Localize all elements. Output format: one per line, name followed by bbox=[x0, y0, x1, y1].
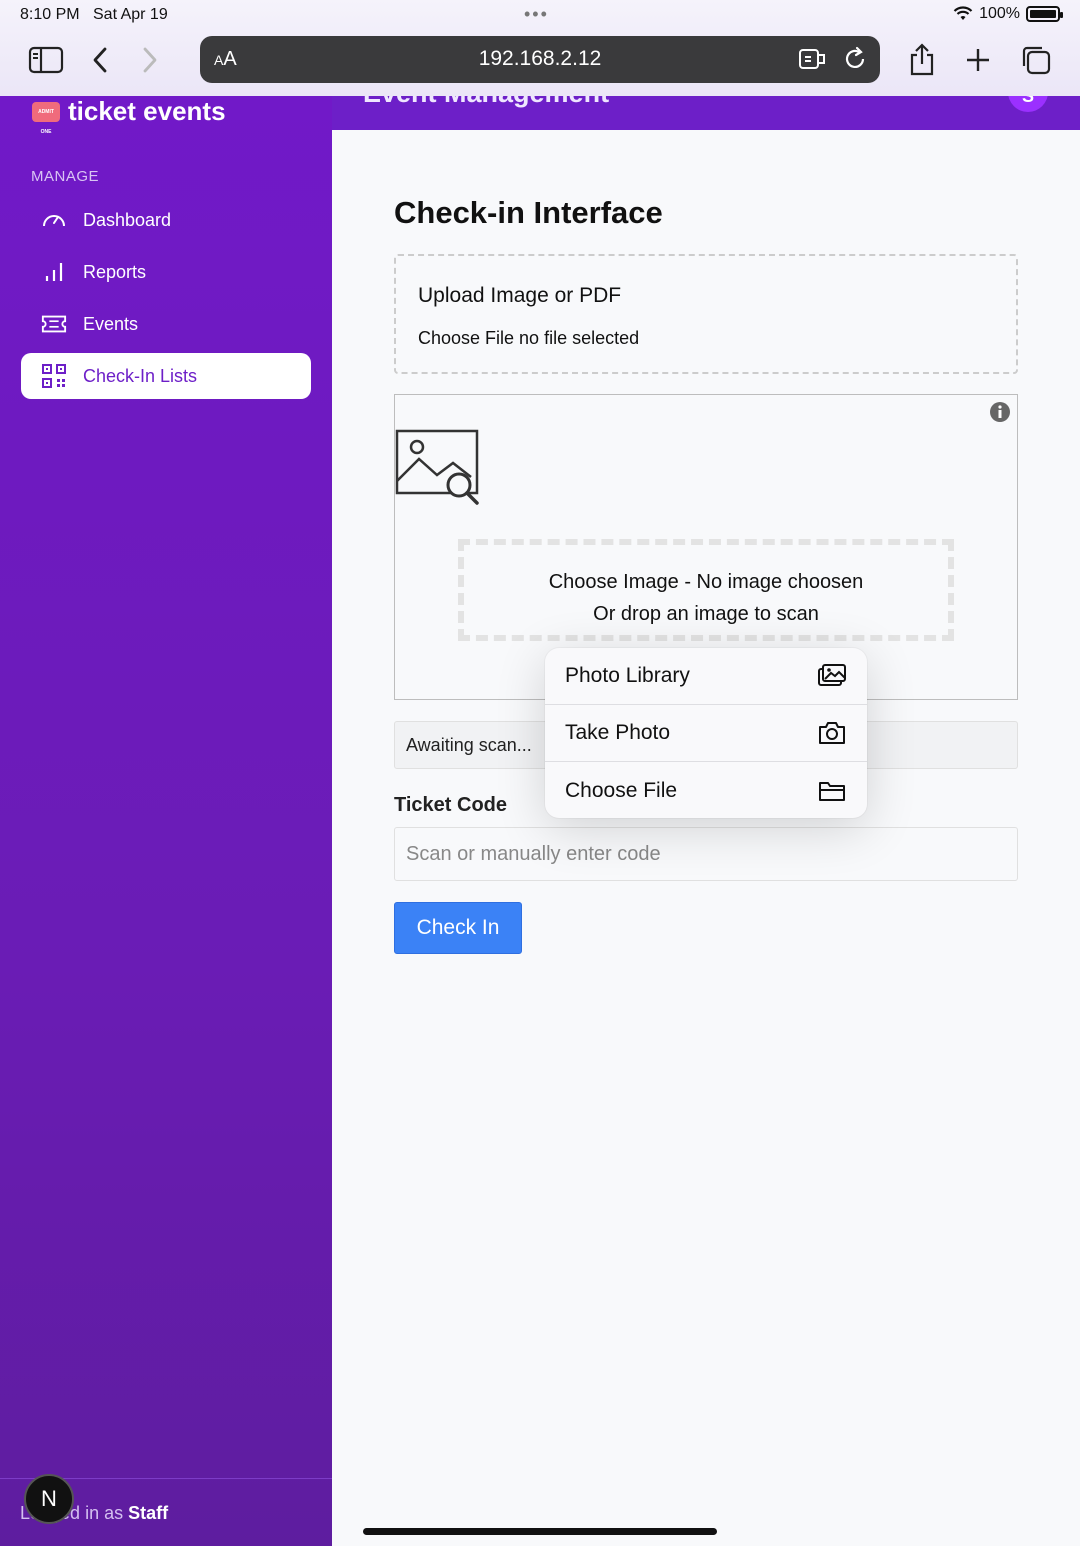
sidebar-item-label: Dashboard bbox=[83, 209, 172, 230]
browser-chrome: 8:10 PM Sat Apr 19 ••• 100% AA 192.168.2… bbox=[0, 0, 1080, 96]
choose-image-link[interactable]: Choose Image - No image choosen bbox=[464, 571, 948, 594]
wifi-icon bbox=[953, 6, 973, 20]
scan-status-text: Awaiting scan... bbox=[406, 735, 532, 755]
menu-item-choose-file[interactable]: Choose File bbox=[545, 762, 867, 818]
folder-icon bbox=[819, 781, 845, 801]
menu-item-label: Take Photo bbox=[565, 721, 671, 744]
ticket-logo-icon: ADMIT ONE bbox=[32, 101, 60, 135]
camera-icon bbox=[819, 722, 845, 744]
file-input[interactable]: Choose File no file selected bbox=[418, 328, 639, 349]
forward-icon[interactable] bbox=[130, 40, 170, 80]
main-content: Check-in Interface Upload Image or PDF C… bbox=[332, 130, 1080, 1546]
sidebar-item-check-in-lists[interactable]: Check-In Lists bbox=[21, 353, 311, 399]
sidebar: ADMIT ONE ticket events MANAGE Dashboard… bbox=[0, 96, 332, 1546]
ticket-code-label: Ticket Code bbox=[394, 794, 507, 816]
sidebar-item-dashboard[interactable]: Dashboard bbox=[21, 197, 311, 243]
status-date: Sat Apr 19 bbox=[93, 6, 168, 23]
new-tab-icon[interactable] bbox=[958, 40, 998, 80]
status-right: 100% bbox=[953, 5, 1063, 23]
tabs-overview-icon[interactable] bbox=[1016, 40, 1056, 80]
reload-icon[interactable] bbox=[842, 46, 868, 72]
multitasking-dots-icon[interactable]: ••• bbox=[524, 4, 549, 25]
page-title: Check-in Interface bbox=[394, 195, 663, 230]
qr-code-icon bbox=[41, 363, 67, 389]
ticket-icon bbox=[41, 311, 67, 337]
address-bar[interactable]: AA 192.168.2.12 bbox=[200, 36, 880, 83]
menu-item-photo-library[interactable]: Photo Library bbox=[545, 648, 867, 705]
gauge-icon bbox=[41, 207, 67, 233]
image-drop-zone[interactable]: Choose Image - No image choosen Or drop … bbox=[458, 539, 954, 641]
photo-library-icon bbox=[818, 664, 846, 686]
drop-instructions: Or drop an image to scan bbox=[593, 603, 819, 625]
sidebar-item-label: Reports bbox=[83, 261, 147, 282]
nav-section-label: MANAGE bbox=[31, 168, 100, 185]
sidebar-item-label: Events bbox=[83, 313, 139, 334]
image-search-icon bbox=[395, 429, 479, 505]
home-indicator[interactable] bbox=[363, 1528, 717, 1535]
sidebar-item-label: Check-In Lists bbox=[83, 365, 198, 386]
sidebar-toggle-icon[interactable] bbox=[26, 40, 66, 80]
menu-item-take-photo[interactable]: Take Photo bbox=[545, 705, 867, 762]
url-text: 192.168.2.12 bbox=[478, 47, 602, 70]
upload-panel[interactable]: Upload Image or PDF Choose File no file … bbox=[394, 254, 1018, 374]
avatar[interactable]: S bbox=[1008, 96, 1048, 112]
menu-item-label: Choose File bbox=[565, 778, 678, 802]
upload-title: Upload Image or PDF bbox=[418, 284, 622, 307]
share-icon[interactable] bbox=[902, 40, 942, 80]
brand[interactable]: ADMIT ONE ticket events bbox=[32, 96, 226, 135]
ticket-code-input[interactable] bbox=[394, 827, 1018, 881]
menu-item-label: Photo Library bbox=[565, 664, 690, 687]
user-role: Staff bbox=[128, 1503, 169, 1523]
dev-tools-badge[interactable]: N bbox=[24, 1474, 74, 1524]
bar-chart-icon bbox=[41, 259, 67, 285]
sidebar-item-reports[interactable]: Reports bbox=[21, 249, 311, 295]
status-time: 8:10 PM bbox=[20, 6, 80, 23]
extension-icon[interactable] bbox=[798, 46, 826, 72]
battery-percent: 100% bbox=[979, 5, 1020, 22]
file-picker-menu: Photo Library Take Photo Choose File bbox=[545, 648, 867, 818]
app-header-title: Event Management bbox=[363, 96, 609, 109]
sidebar-item-events[interactable]: Events bbox=[21, 301, 311, 347]
info-icon[interactable] bbox=[989, 401, 1011, 423]
check-in-button[interactable]: Check In bbox=[394, 902, 522, 954]
app-header: Event Management S bbox=[332, 96, 1080, 130]
back-icon[interactable] bbox=[80, 40, 120, 80]
battery-icon bbox=[1026, 6, 1063, 22]
brand-name: ticket events bbox=[68, 96, 226, 126]
